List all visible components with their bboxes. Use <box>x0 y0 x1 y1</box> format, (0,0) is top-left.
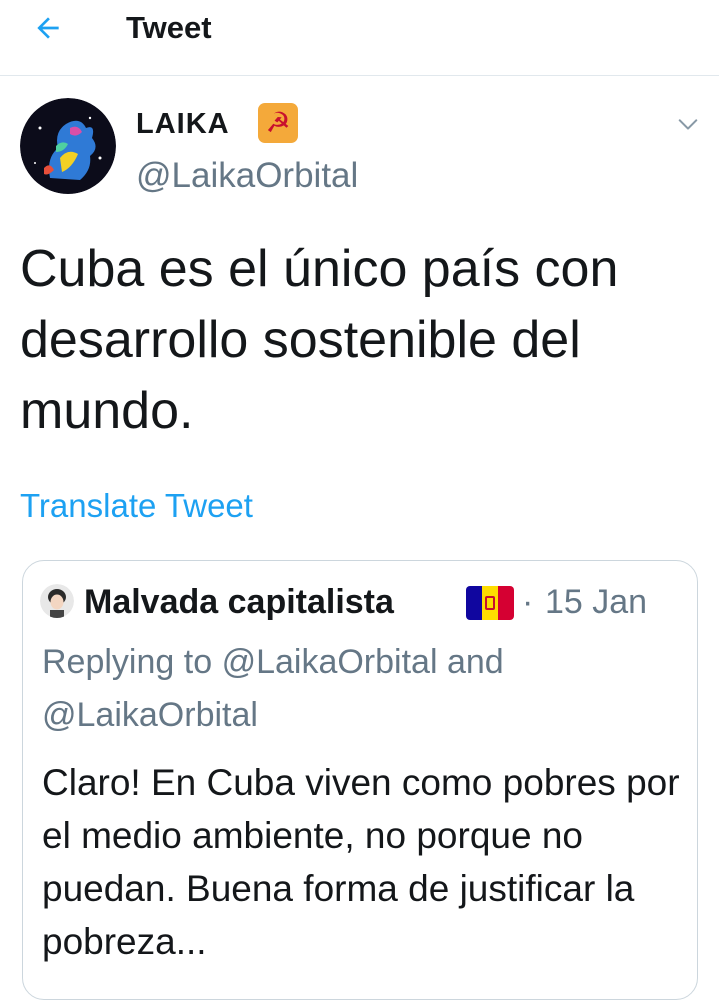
top-bar: Tweet <box>0 0 719 76</box>
quoted-tweet-body: Claro! En Cuba viven como pobres por el … <box>42 762 680 962</box>
quoted-author-name: Malvada capitalista <box>84 583 394 621</box>
andorra-flag-icon <box>466 586 514 620</box>
replying-to-prefix: Replying to <box>42 643 213 681</box>
separator-dot: · <box>522 583 534 621</box>
hammer-sickle-emoji-badge: ☭ <box>258 103 298 143</box>
page-title: Tweet <box>126 10 212 45</box>
author-handle[interactable]: @LaikaOrbital <box>136 156 358 196</box>
author-avatar[interactable] <box>20 98 116 194</box>
replying-to-line: Replying to @LaikaOrbital and @LaikaOrbi… <box>42 636 682 742</box>
chevron-down-icon <box>678 119 698 130</box>
reply-to-handle-2: @LaikaOrbital <box>42 696 258 734</box>
reply-to-conjunction: and <box>446 643 504 681</box>
back-button[interactable] <box>28 10 68 46</box>
tweet-options-button[interactable] <box>674 110 702 138</box>
tweet-body: Cuba es el único país con desarrollo sos… <box>20 240 619 440</box>
author-display-name[interactable]: LAIKA <box>136 108 230 140</box>
quoted-author-avatar <box>40 584 74 618</box>
arrow-left-icon <box>37 17 59 39</box>
reply-to-handle-1: @LaikaOrbital <box>221 643 438 681</box>
translate-tweet-link[interactable]: Translate Tweet <box>20 486 253 526</box>
quoted-tweet-date: 15 Jan <box>545 583 648 621</box>
